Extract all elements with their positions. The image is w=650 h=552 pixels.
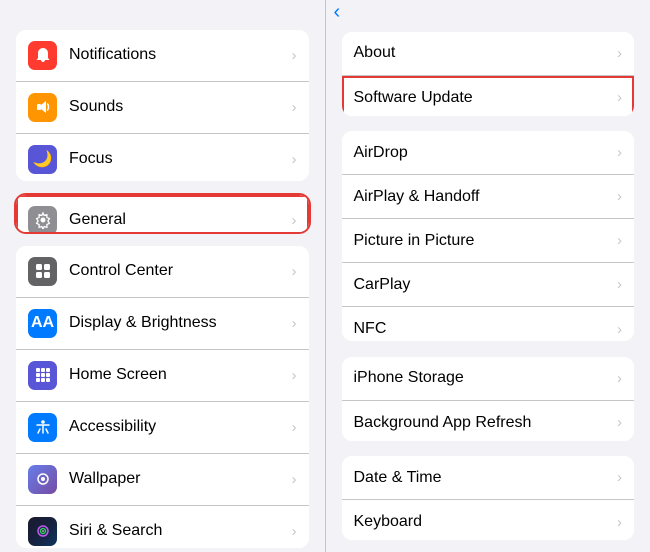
right-item-airplay[interactable]: AirPlay & Handoff› <box>342 175 635 219</box>
notifications-label: Notifications <box>69 46 288 64</box>
keyboard-label: Keyboard <box>354 513 614 531</box>
control-center-label: Control Center <box>69 262 288 280</box>
accessibility-chevron: › <box>292 419 297 436</box>
picture-in-picture-label: Picture in Picture <box>354 232 614 250</box>
notifications-icon <box>28 41 57 70</box>
left-header <box>0 0 325 20</box>
general-label: General <box>69 211 288 229</box>
focus-label: Focus <box>69 150 288 168</box>
general-chevron: › <box>292 212 297 229</box>
home-screen-icon <box>28 361 57 390</box>
about-chevron: › <box>617 45 622 62</box>
nfc-label: NFC <box>354 320 614 338</box>
left-item-home-screen[interactable]: Home Screen› <box>16 350 309 402</box>
left-pane: Notifications›Sounds›🌙Focus›Screen Time›… <box>0 0 325 552</box>
left-item-focus[interactable]: 🌙 Focus› <box>16 134 309 181</box>
iphone-storage-chevron: › <box>617 370 622 387</box>
left-item-notifications[interactable]: Notifications› <box>16 30 309 82</box>
background-app-refresh-chevron: › <box>617 414 622 431</box>
siri-chevron: › <box>292 523 297 540</box>
left-section-2: Control Center›AADisplay & Brightness›Ho… <box>16 246 309 548</box>
display-chevron: › <box>292 315 297 332</box>
wallpaper-label: Wallpaper <box>69 470 288 488</box>
right-item-nfc[interactable]: NFC› <box>342 307 635 341</box>
display-icon: AA <box>28 309 57 338</box>
home-screen-label: Home Screen <box>69 366 288 384</box>
right-item-about[interactable]: About› <box>342 32 635 76</box>
right-header: ‹ <box>326 0 650 20</box>
software-update-chevron: › <box>617 89 622 106</box>
focus-icon: 🌙 <box>28 145 57 174</box>
back-chevron-icon: ‹ <box>334 2 341 22</box>
sounds-chevron: › <box>292 99 297 116</box>
sounds-icon <box>28 93 57 122</box>
iphone-storage-label: iPhone Storage <box>354 369 614 387</box>
accessibility-label: Accessibility <box>69 418 288 436</box>
siri-label: Siri & Search <box>69 522 288 540</box>
right-item-iphone-storage[interactable]: iPhone Storage› <box>342 357 635 401</box>
left-section-0: Notifications›Sounds›🌙Focus›Screen Time› <box>16 30 309 181</box>
left-item-sounds[interactable]: Sounds› <box>16 82 309 134</box>
left-item-siri[interactable]: Siri & Search› <box>16 506 309 548</box>
back-button[interactable]: ‹ <box>334 2 343 22</box>
picture-in-picture-chevron: › <box>617 232 622 249</box>
carplay-chevron: › <box>617 276 622 293</box>
background-app-refresh-label: Background App Refresh <box>354 414 614 432</box>
general-icon <box>28 206 57 232</box>
right-item-keyboard[interactable]: Keyboard› <box>342 500 635 540</box>
keyboard-chevron: › <box>617 514 622 531</box>
right-item-background-app-refresh[interactable]: Background App Refresh› <box>342 401 635 441</box>
control-center-chevron: › <box>292 263 297 280</box>
right-item-software-update[interactable]: Software Update› <box>342 76 635 116</box>
carplay-label: CarPlay <box>354 276 614 294</box>
date-time-label: Date & Time <box>354 469 614 487</box>
right-section-2: iPhone Storage›Background App Refresh› <box>342 357 635 441</box>
date-time-chevron: › <box>617 469 622 486</box>
airplay-chevron: › <box>617 188 622 205</box>
nfc-chevron: › <box>617 321 622 338</box>
left-item-general[interactable]: General› <box>16 195 309 232</box>
sounds-label: Sounds <box>69 98 288 116</box>
left-section-1: General› <box>16 195 309 232</box>
siri-icon <box>28 517 57 546</box>
right-item-carplay[interactable]: CarPlay› <box>342 263 635 307</box>
accessibility-icon <box>28 413 57 442</box>
airdrop-label: AirDrop <box>354 144 614 162</box>
wallpaper-icon <box>28 465 57 494</box>
wallpaper-chevron: › <box>292 471 297 488</box>
airdrop-chevron: › <box>617 144 622 161</box>
about-label: About <box>354 44 614 62</box>
control-center-icon <box>28 257 57 286</box>
left-item-control-center[interactable]: Control Center› <box>16 246 309 298</box>
left-item-accessibility[interactable]: Accessibility› <box>16 402 309 454</box>
right-section-3: Date & Time›Keyboard› <box>342 456 635 540</box>
right-section-1: AirDrop›AirPlay & Handoff›Picture in Pic… <box>342 131 635 341</box>
left-item-display[interactable]: AA Display & Brightness› <box>16 298 309 350</box>
airplay-label: AirPlay & Handoff <box>354 188 614 206</box>
right-section-0: About›Software Update› <box>342 32 635 116</box>
software-update-label: Software Update <box>354 89 614 107</box>
home-screen-chevron: › <box>292 367 297 384</box>
display-label: Display & Brightness <box>69 314 288 332</box>
focus-chevron: › <box>292 151 297 168</box>
left-item-wallpaper[interactable]: Wallpaper› <box>16 454 309 506</box>
right-item-date-time[interactable]: Date & Time› <box>342 456 635 500</box>
right-item-picture-in-picture[interactable]: Picture in Picture› <box>342 219 635 263</box>
right-pane: ‹ About›Software Update›AirDrop›AirPlay … <box>326 0 650 552</box>
notifications-chevron: › <box>292 47 297 64</box>
right-item-airdrop[interactable]: AirDrop› <box>342 131 635 175</box>
